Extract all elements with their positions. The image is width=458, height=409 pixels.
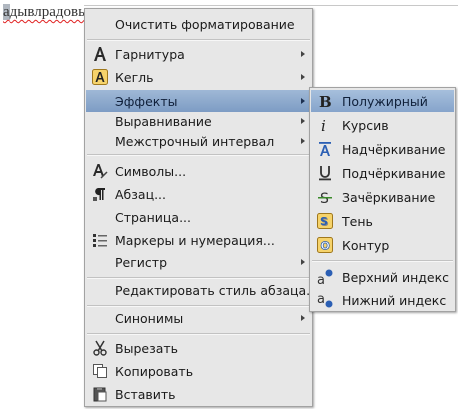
- svg-text:O: O: [321, 240, 330, 253]
- menu-item-clear-formatting[interactable]: Очистить форматирование: [86, 13, 311, 35]
- paragraph-icon: [91, 185, 109, 203]
- menu-item-strikethrough[interactable]: S Зачёркивание: [311, 186, 454, 208]
- menu-item-edit-paragraph-style[interactable]: Редактировать стиль абзаца...: [86, 279, 318, 301]
- menu-separator: [312, 260, 453, 262]
- submenu-arrow-icon: [301, 315, 305, 321]
- selected-text: а: [3, 4, 10, 20]
- menu-item-page[interactable]: Страница...: [86, 206, 311, 228]
- menu-item-font-name[interactable]: Гарнитура: [86, 43, 311, 65]
- context-menu: Очистить форматирование Гарнитура Кегль …: [84, 8, 318, 407]
- effects-submenu: B Полужирный i Курсив Надчёркивание Подч…: [309, 87, 456, 312]
- strikethrough-icon: S: [316, 188, 334, 206]
- character-icon: [91, 162, 109, 180]
- menu-separator: [87, 154, 310, 156]
- menu-item-line-spacing[interactable]: Межстрочный интервал: [86, 130, 311, 152]
- menu-item-synonyms[interactable]: Синонимы: [86, 307, 311, 329]
- menu-item-superscript[interactable]: a Верхний индекс: [311, 266, 454, 288]
- svg-text:a: a: [317, 273, 325, 285]
- svg-text:S: S: [320, 215, 328, 228]
- bold-icon: B: [316, 92, 334, 110]
- menu-item-character[interactable]: Символы...: [86, 160, 311, 182]
- menu-item-paragraph[interactable]: Абзац...: [86, 183, 311, 205]
- submenu-arrow-icon: [301, 118, 305, 124]
- scissors-icon: [91, 339, 109, 357]
- submenu-arrow-icon: [301, 98, 305, 104]
- submenu-arrow-icon: [301, 51, 305, 57]
- menu-item-overline[interactable]: Надчёркивание: [311, 138, 454, 160]
- bullets-numbering-icon: [91, 231, 109, 249]
- menu-item-outline[interactable]: O Контур: [311, 234, 454, 256]
- svg-text:a: a: [317, 292, 325, 307]
- copy-icon: [91, 362, 109, 380]
- paste-icon: [91, 385, 109, 403]
- shadow-icon: SS: [316, 212, 334, 230]
- submenu-arrow-icon: [301, 259, 305, 265]
- menu-item-subscript[interactable]: a Нижний индекс: [311, 289, 454, 311]
- menu-item-copy[interactable]: Копировать: [86, 360, 311, 382]
- menu-item-shadow[interactable]: SS Тень: [311, 210, 454, 232]
- menu-item-underline[interactable]: Подчёркивание: [311, 162, 454, 184]
- menu-item-italic[interactable]: i Курсив: [311, 114, 454, 136]
- menu-item-case[interactable]: Регистр: [86, 251, 311, 273]
- page-top-border: [84, 5, 458, 6]
- italic-icon: i: [316, 116, 334, 134]
- underline-icon: [316, 164, 334, 182]
- font-name-icon: [91, 45, 109, 63]
- outline-icon: O: [316, 236, 334, 254]
- menu-item-paste[interactable]: Вставить: [86, 383, 311, 405]
- svg-text:i: i: [321, 117, 326, 133]
- submenu-arrow-icon: [301, 74, 305, 80]
- menu-item-bullets-numbering[interactable]: Маркеры и нумерация...: [86, 229, 311, 251]
- overline-icon: [316, 140, 334, 158]
- menu-separator: [87, 39, 310, 41]
- superscript-icon: a: [316, 268, 334, 286]
- menu-item-bold[interactable]: B Полужирный: [311, 90, 454, 112]
- menu-item-cut[interactable]: Вырезать: [86, 337, 311, 359]
- font-size-icon: [91, 68, 109, 86]
- submenu-arrow-icon: [301, 138, 305, 144]
- menu-separator: [87, 333, 310, 335]
- menu-item-font-size[interactable]: Кегль: [86, 66, 311, 88]
- menu-item-effects[interactable]: Эффекты: [86, 90, 311, 112]
- menu-item-alignment[interactable]: Выравнивание: [86, 110, 311, 132]
- svg-text:B: B: [319, 93, 332, 109]
- subscript-icon: a: [316, 291, 334, 309]
